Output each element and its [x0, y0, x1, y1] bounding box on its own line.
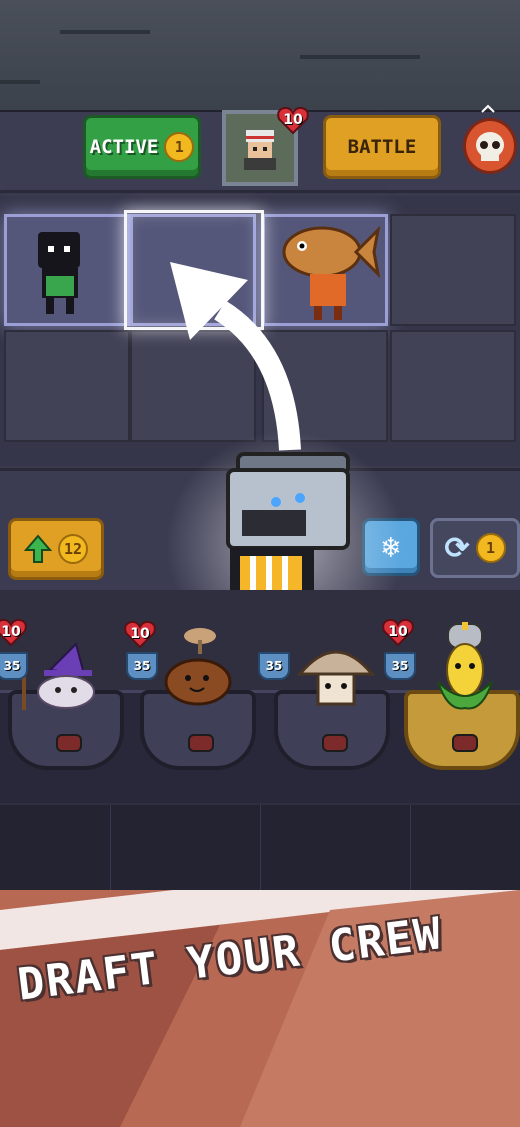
portrait-health-badge: 10: [276, 106, 310, 134]
shop-unit-1-health-value: 10: [1, 624, 21, 640]
arrow-up-icon: [24, 534, 52, 563]
shop-unit-4-attack-value: 35: [391, 659, 409, 673]
reroll-cost: 1: [475, 533, 506, 563]
active-label: ACTIVE: [89, 136, 159, 158]
shop-unit-4-attack: 35: [384, 652, 416, 680]
shadow-unit-icon[interactable]: [32, 230, 88, 318]
potato-sprout-unit-icon[interactable]: [160, 626, 236, 706]
shop-unit-2-attack-value: 35: [133, 659, 151, 673]
shop-unit-1-health: 10: [0, 618, 28, 646]
chef-face-icon: [244, 130, 276, 170]
upgrade-button[interactable]: 12: [8, 518, 104, 580]
knight-corn-unit-icon[interactable]: [428, 622, 502, 714]
floor: [0, 805, 520, 900]
mushroom-unit-icon[interactable]: [296, 640, 376, 710]
meat-icon: [322, 734, 348, 752]
shop-unit-3-health: 10: [123, 620, 157, 648]
top-wall: [0, 0, 520, 114]
active-count-badge: 1: [164, 132, 195, 162]
shop-unit-2-attack: 35: [126, 652, 158, 680]
skull-icon: [476, 132, 504, 161]
meat-icon: [56, 734, 82, 752]
shop-unit-3-health-value: 10: [130, 626, 150, 642]
wizard-onion-unit-icon[interactable]: [20, 640, 110, 710]
drag-arrow-icon: [170, 262, 301, 451]
shop-unit-1-attack: 35: [0, 652, 28, 680]
battle-label: BATTLE: [347, 136, 417, 158]
meat-icon: [188, 734, 214, 752]
shop-unit-3-attack: 35: [258, 652, 290, 680]
meat-icon: [452, 734, 478, 752]
team-slot-8[interactable]: [390, 330, 516, 442]
refresh-icon: ⟳: [444, 530, 470, 566]
shop-unit-3-attack-value: 35: [265, 659, 283, 673]
hero-portrait[interactable]: 10: [222, 106, 309, 186]
active-button[interactable]: ACTIVE 1: [83, 115, 201, 179]
skull-button[interactable]: [463, 118, 517, 174]
shop-unit-1-attack-value: 35: [3, 659, 21, 673]
shop-unit-4-health: 10: [381, 618, 415, 646]
reroll-button[interactable]: ⟳ 1: [430, 518, 520, 578]
battle-button[interactable]: BATTLE: [323, 115, 441, 179]
chevron-up-icon[interactable]: [480, 104, 496, 114]
upgrade-cost: 12: [58, 534, 88, 564]
team-slot-5[interactable]: [4, 330, 130, 442]
shop-unit-4-health-value: 10: [388, 624, 408, 640]
team-slot-4[interactable]: [390, 214, 516, 326]
portrait-health: 10: [283, 112, 303, 128]
